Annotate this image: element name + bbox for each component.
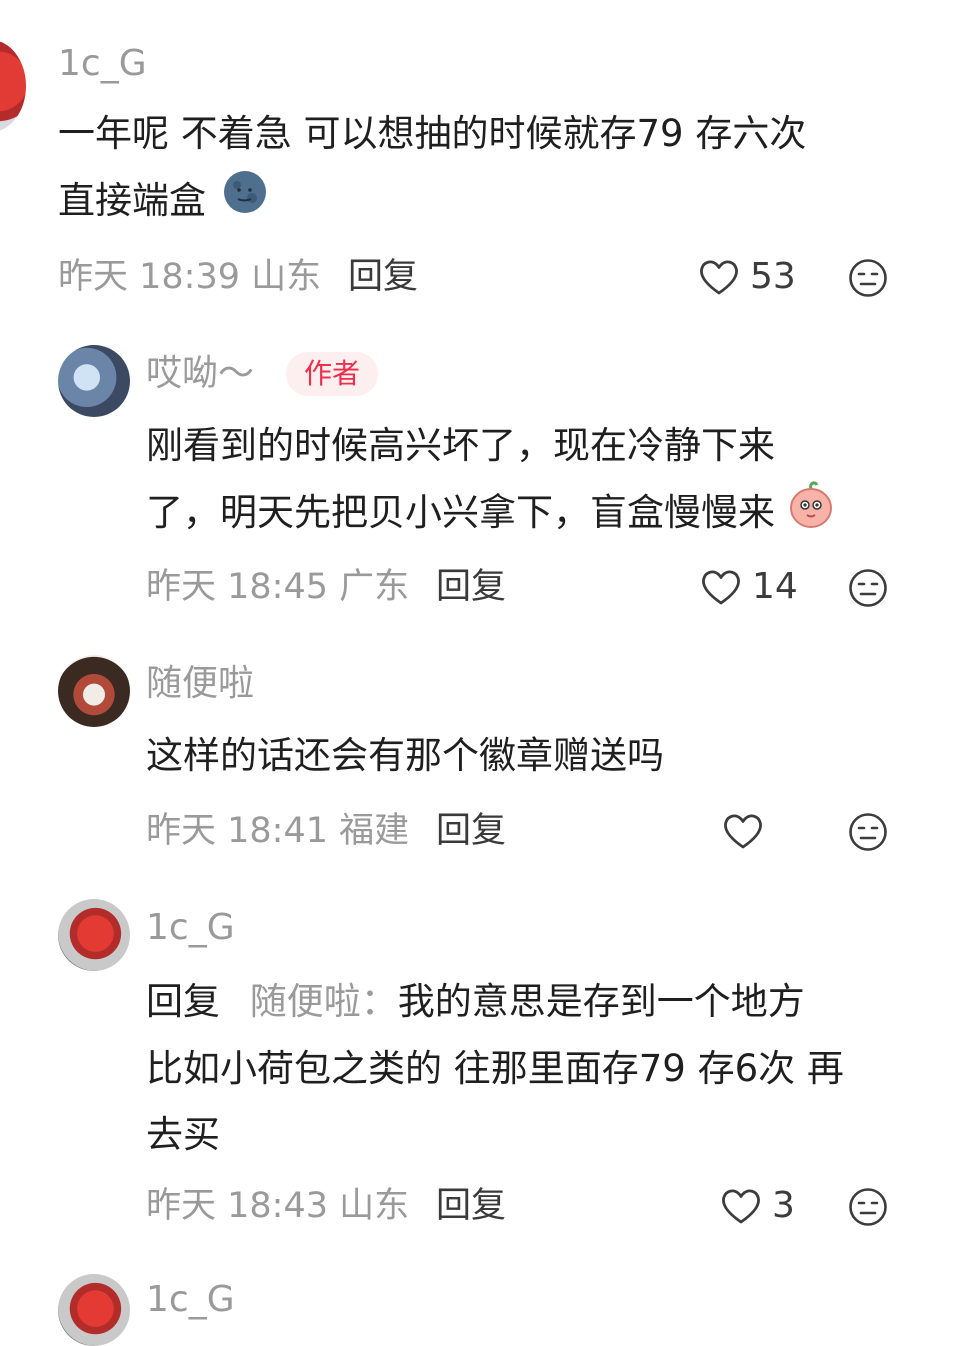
reply-button[interactable]: 回复 xyxy=(348,260,418,295)
comment-meta: 昨天 18:41 福建 xyxy=(146,814,409,849)
meh-face-icon xyxy=(849,1188,887,1226)
like-button[interactable]: 53 xyxy=(698,257,796,297)
comment-text-line: 了，明天先把贝小兴拿下，盲盒慢慢来 xyxy=(146,479,835,550)
comment-text-line: 回复 随便啦：我的意思是存到一个地方 xyxy=(146,980,805,1023)
comment-text-line: 直接端盒 xyxy=(58,167,268,236)
timestamp: 昨天 18:45 xyxy=(146,567,328,607)
avatar[interactable] xyxy=(58,899,130,971)
location: 福建 xyxy=(339,811,410,851)
reply-prefix: 回复 xyxy=(146,980,220,1023)
comment-meta: 昨天 18:43 山东 xyxy=(146,1189,409,1224)
username[interactable]: 1c_G xyxy=(58,46,147,82)
meh-face-icon xyxy=(849,569,887,607)
like-button[interactable]: 14 xyxy=(700,567,798,607)
like-count: 14 xyxy=(752,566,798,607)
location: 山东 xyxy=(251,257,322,297)
like-count: 53 xyxy=(750,256,796,297)
comment-text-line: 一年呢 不着急 可以想抽的时候就存79 存六次 xyxy=(58,112,807,155)
avatar[interactable] xyxy=(58,655,130,727)
like-button[interactable] xyxy=(722,811,774,851)
heart-icon xyxy=(722,1189,760,1224)
comment-meta: 昨天 18:39 山东 xyxy=(58,260,321,295)
author-badge: 作者 xyxy=(286,352,379,396)
timestamp: 昨天 18:43 xyxy=(146,1186,328,1226)
meh-face-icon xyxy=(849,813,887,851)
reply-button[interactable]: 回复 xyxy=(436,570,506,605)
meh-face-icon xyxy=(849,259,887,297)
heart-icon xyxy=(700,260,738,295)
comment-text-line: 这样的话还会有那个徽章赠送吗 xyxy=(146,734,664,777)
reply-to-user[interactable]: 随便啦： xyxy=(250,980,398,1023)
comment-text-line: 去买 xyxy=(146,1113,220,1156)
peach-shy-icon xyxy=(787,479,835,550)
timestamp: 昨天 18:41 xyxy=(146,811,328,851)
username[interactable]: 1c_G xyxy=(146,1282,235,1318)
dislike-face-button[interactable] xyxy=(848,1187,888,1231)
dislike-face-button[interactable] xyxy=(848,568,888,612)
comment-meta: 昨天 18:45 广东 xyxy=(146,570,409,605)
dislike-face-button[interactable] xyxy=(848,258,888,302)
username[interactable]: 随便啦 xyxy=(146,666,254,702)
comment-text-line: 刚看到的时候高兴坏了，现在冷静下来 xyxy=(146,424,775,467)
heart-icon xyxy=(702,570,740,605)
timestamp: 昨天 18:39 xyxy=(58,257,240,297)
avatar[interactable] xyxy=(58,1274,130,1346)
username[interactable]: 哎呦～ xyxy=(146,356,254,392)
comment-text-line: 比如小荷包之类的 往那里面存79 存6次 再 xyxy=(146,1047,844,1090)
location: 广东 xyxy=(339,567,410,607)
avatar[interactable] xyxy=(0,40,26,132)
reply-button[interactable]: 回复 xyxy=(436,814,506,849)
location: 山东 xyxy=(339,1186,410,1226)
dislike-face-button[interactable] xyxy=(848,812,888,856)
username[interactable]: 1c_G xyxy=(146,910,235,946)
like-count: 3 xyxy=(772,1185,795,1226)
avatar[interactable] xyxy=(58,345,130,417)
heart-icon xyxy=(724,814,762,849)
reply-button[interactable]: 回复 xyxy=(436,1189,506,1224)
like-button[interactable]: 3 xyxy=(720,1186,795,1226)
moon-face-icon xyxy=(222,169,268,236)
